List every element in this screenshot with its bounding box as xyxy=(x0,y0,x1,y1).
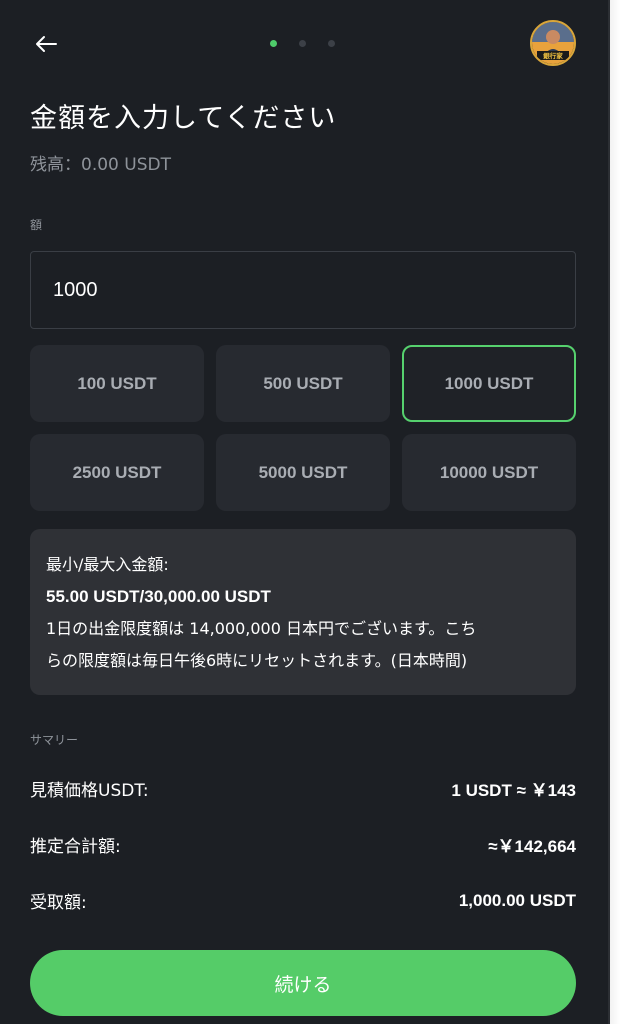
page-title: 金額を入力してください xyxy=(30,103,337,134)
limits-info-box: 最小/最大入金額: 55.00 USDT/30,000.00 USDT 1日の出… xyxy=(30,529,576,695)
avatar[interactable]: 銀行家 xyxy=(530,20,576,66)
summary-value: ≈￥142,664 xyxy=(488,837,576,856)
summary-value: 1 USDT ≈ ￥143 xyxy=(451,781,576,800)
window-edge xyxy=(608,0,620,1024)
info-withdraw-limit-line2: らの限度額は毎日午後6時にリセットされます。(日本時間) xyxy=(46,651,468,670)
info-min-max-label: 最小/最大入金額: xyxy=(46,555,169,574)
top-bar: 銀行家 xyxy=(0,0,608,90)
avatar-image: 銀行家 xyxy=(532,22,574,64)
summary-key: 見積価格USDT: xyxy=(30,781,149,801)
step-dot-2 xyxy=(299,40,306,47)
avatar-caption: 銀行家 xyxy=(543,51,563,60)
summary-row-receive: 受取額: 1,000.00 USDT xyxy=(30,888,576,914)
info-withdraw-limit-line1: 1日の出金限度額は 14,000,000 日本円でございます。こち xyxy=(46,619,477,638)
step-indicator xyxy=(270,40,335,47)
step-dot-1 xyxy=(270,40,277,47)
preset-2500-button[interactable]: 2500 USDT xyxy=(30,434,204,511)
back-button[interactable] xyxy=(30,28,62,60)
preset-5000-button[interactable]: 5000 USDT xyxy=(216,434,390,511)
amount-label: 額 xyxy=(30,218,43,232)
info-min-max-value: 55.00 USDT/30,000.00 USDT xyxy=(46,587,271,606)
preset-amounts: 100 USDT 500 USDT 1000 USDT 2500 USDT 50… xyxy=(30,345,576,511)
continue-button[interactable]: 続ける xyxy=(30,950,576,1016)
balance-text: 残高：0.00 USDT xyxy=(30,155,171,175)
preset-100-button[interactable]: 100 USDT xyxy=(30,345,204,422)
summary-row-rate: 見積価格USDT: 1 USDT ≈ ￥143 xyxy=(30,776,576,801)
deposit-amount-screen: 銀行家 金額を入力してください 残高：0.00 USDT 額 100 USDT … xyxy=(0,0,608,1024)
summary-key: 受取額: xyxy=(30,893,87,913)
step-dot-3 xyxy=(328,40,335,47)
summary-value: 1,000.00 USDT xyxy=(458,890,576,910)
amount-input[interactable] xyxy=(30,251,576,329)
arrow-left-icon xyxy=(36,36,57,52)
summary-row-total: 推定合計額: ≈￥142,664 xyxy=(30,832,576,857)
preset-500-button[interactable]: 500 USDT xyxy=(216,345,390,422)
preset-10000-button[interactable]: 10000 USDT xyxy=(402,434,576,511)
summary-label: サマリー xyxy=(30,733,79,747)
summary-key: 推定合計額: xyxy=(30,837,121,857)
preset-1000-button[interactable]: 1000 USDT xyxy=(402,345,576,422)
